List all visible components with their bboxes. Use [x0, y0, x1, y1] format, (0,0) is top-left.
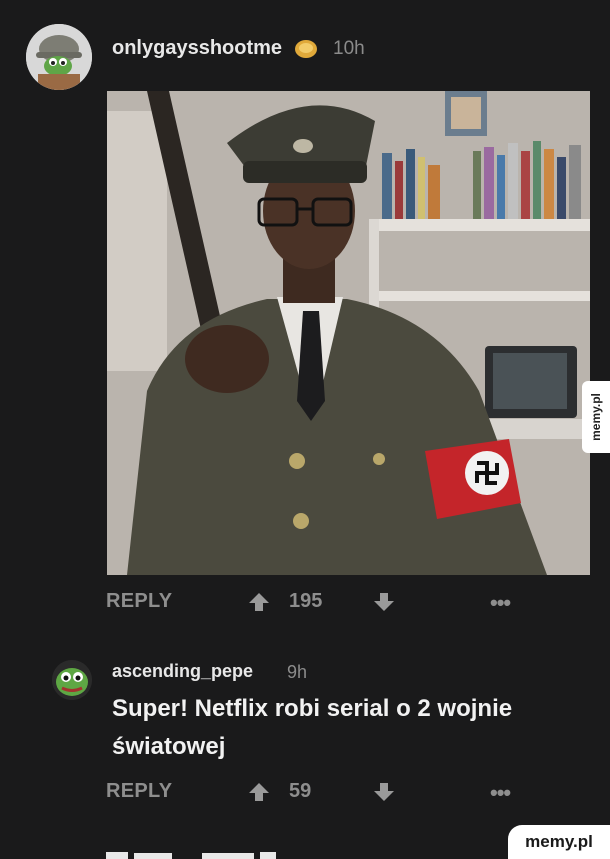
reply-avatar[interactable]	[52, 660, 92, 700]
more-options-button[interactable]: •••	[490, 590, 511, 616]
reply-comment-text: Super! Netflix robi serial o 2 wojnie św…	[112, 695, 513, 760]
reply-score: 59	[289, 780, 312, 802]
upvote-arrow-icon[interactable]	[248, 592, 270, 617]
side-watermark-text: memy.pl	[589, 393, 603, 441]
gold-coin-icon	[294, 38, 318, 65]
next-comment-partial	[106, 848, 296, 859]
bottom-watermark: memy.pl	[508, 825, 610, 859]
post-score: 195	[289, 590, 323, 612]
downvote-arrow-icon[interactable]	[373, 782, 395, 807]
upvote-arrow-icon[interactable]	[248, 782, 270, 807]
reply-username[interactable]: ascending_pepe	[112, 661, 253, 682]
reply-timestamp: 9h	[287, 662, 308, 682]
reply-action-bar: REPLY 59 •••	[0, 780, 610, 810]
pepe-frog-avatar-icon	[52, 660, 92, 700]
reply-button[interactable]: REPLY	[106, 780, 172, 803]
more-options-button[interactable]: •••	[490, 780, 511, 806]
pepe-soldier-avatar-icon	[26, 24, 92, 90]
downvote-arrow-icon[interactable]	[373, 592, 395, 617]
reply-button[interactable]: REPLY	[106, 590, 172, 613]
user-avatar[interactable]	[26, 24, 92, 90]
post-timestamp: 10h	[333, 38, 365, 59]
post-action-bar: REPLY 195 •••	[0, 590, 610, 620]
post-username[interactable]: onlygaysshootme	[112, 37, 282, 60]
side-watermark: memy.pl	[582, 381, 610, 453]
post-image[interactable]	[107, 91, 590, 575]
